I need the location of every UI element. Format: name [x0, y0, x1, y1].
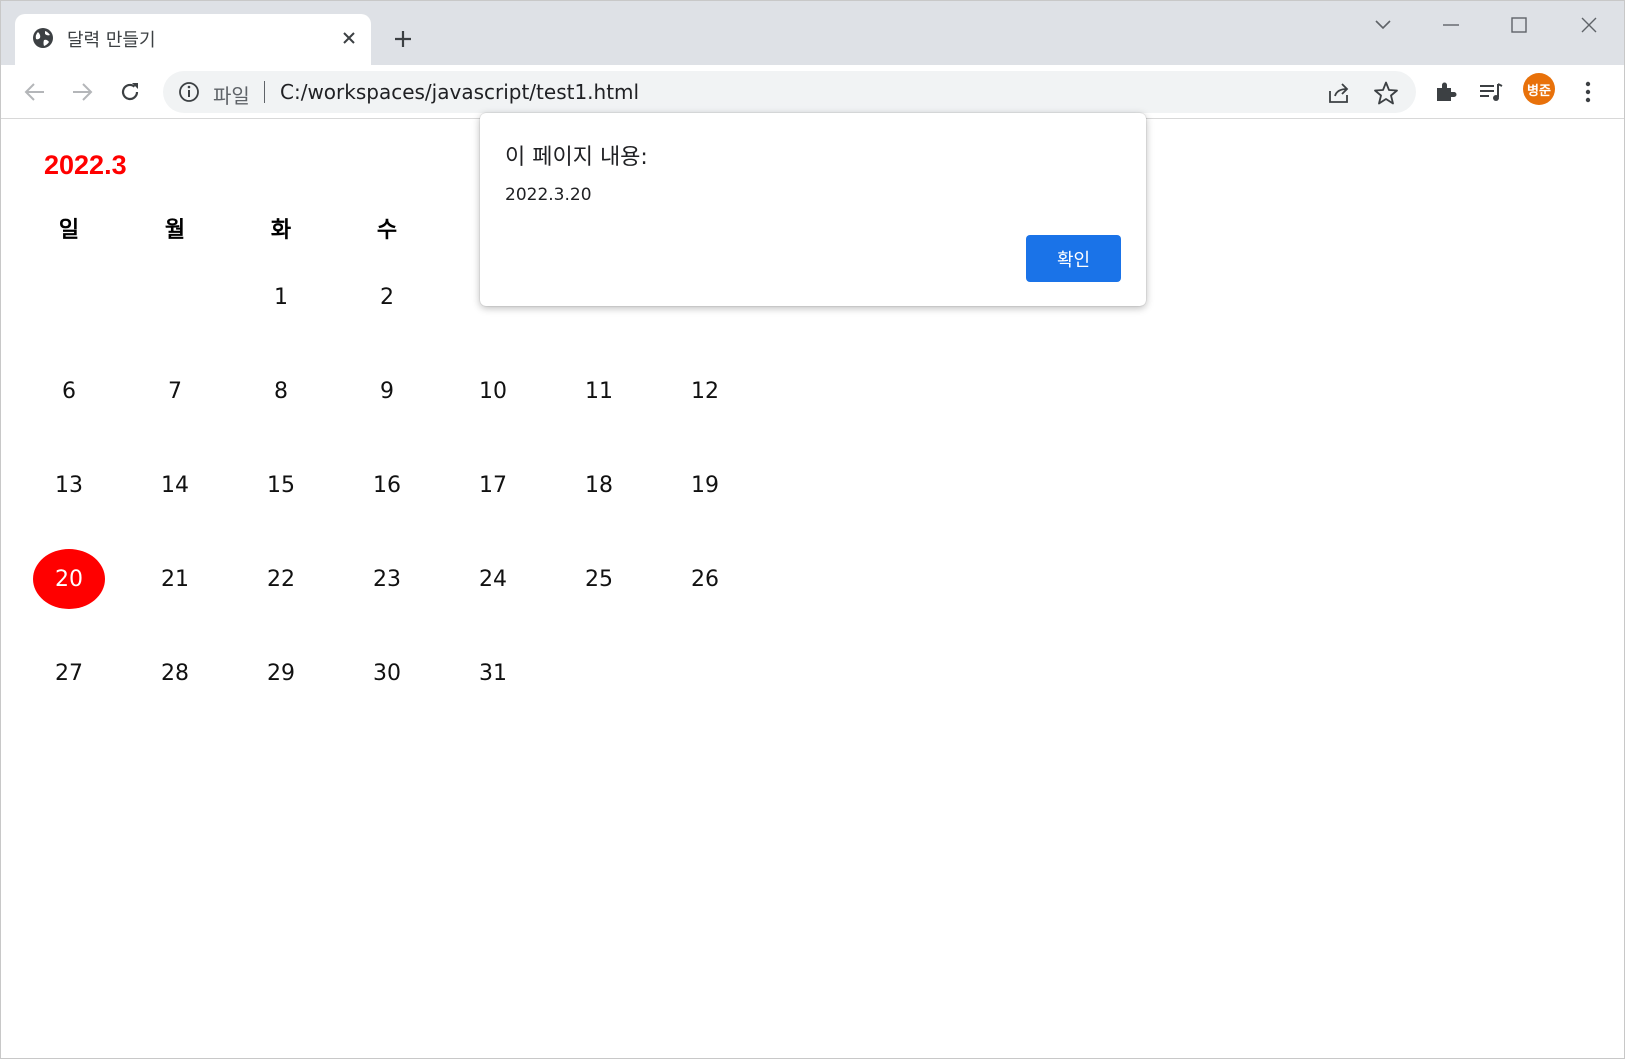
dialog-message: 2022.3.20: [505, 185, 592, 205]
calendar-week: 13 14 15 16 17 18 19: [16, 438, 758, 532]
day-cell: [652, 626, 758, 720]
globe-icon: [32, 27, 54, 49]
calendar-title: 2022.3: [44, 150, 127, 180]
day-cell: 15: [267, 472, 295, 498]
calendar-week: 6 7 8 9 10 11 12: [16, 344, 758, 438]
site-scheme-label: 파일: [213, 84, 250, 108]
tab-search-icon[interactable]: [1361, 11, 1405, 39]
day-cell: 8: [274, 378, 288, 404]
day-cell: 1: [274, 284, 288, 310]
extensions-puzzle-icon[interactable]: [1430, 77, 1460, 107]
info-icon[interactable]: [178, 81, 200, 103]
day-cell: [546, 626, 652, 720]
reload-icon[interactable]: [115, 77, 145, 107]
day-cell: 21: [161, 566, 189, 592]
forward-arrow-icon[interactable]: [67, 77, 97, 107]
close-window-icon[interactable]: [1567, 11, 1611, 39]
bookmark-star-icon[interactable]: [1373, 80, 1399, 106]
address-bar[interactable]: 파일 C:/workspaces/javascript/test1.html: [163, 71, 1416, 113]
toolbar: 파일 C:/workspaces/javascript/test1.html 병…: [1, 65, 1624, 119]
day-cell: 27: [55, 660, 83, 686]
day-cell: 6: [62, 378, 76, 404]
calendar-week: 20 21 22 23 24 25 26: [16, 532, 758, 626]
day-cell-today: 20: [16, 532, 122, 626]
weekday-tue: 화: [270, 218, 292, 243]
url-text[interactable]: C:/workspaces/javascript/test1.html: [280, 80, 639, 104]
day-cell: 26: [691, 566, 719, 592]
ok-button[interactable]: 확인: [1026, 235, 1121, 282]
calendar-week: 27 28 29 30 31: [16, 626, 758, 720]
browser-window: 달력 만들기 파일 C:/workspaces/javascript/test1…: [0, 0, 1625, 1059]
tab-active[interactable]: 달력 만들기: [15, 14, 371, 65]
tab-title: 달력 만들기: [67, 30, 156, 51]
today-highlight: 20: [33, 549, 105, 609]
maximize-icon[interactable]: [1497, 11, 1541, 39]
day-cell: 13: [55, 472, 83, 498]
day-cell: 9: [380, 378, 394, 404]
day-cell: 16: [373, 472, 401, 498]
day-cell: 29: [267, 660, 295, 686]
more-menu-icon[interactable]: [1573, 77, 1603, 107]
day-cell: 25: [585, 566, 613, 592]
share-icon[interactable]: [1326, 80, 1352, 106]
day-cell: 23: [373, 566, 401, 592]
dialog-title: 이 페이지 내용:: [505, 145, 648, 170]
day-cell: 22: [267, 566, 295, 592]
day-cell: 30: [373, 660, 401, 686]
weekday-mon: 월: [164, 218, 186, 243]
alert-dialog: 이 페이지 내용: 2022.3.20 확인: [480, 113, 1146, 306]
day-cell: 12: [691, 378, 719, 404]
tab-strip: 달력 만들기: [1, 1, 1624, 65]
day-cell: 18: [585, 472, 613, 498]
day-cell: 7: [168, 378, 182, 404]
day-cell: 24: [479, 566, 507, 592]
day-cell: 17: [479, 472, 507, 498]
day-cell: [16, 250, 122, 344]
back-arrow-icon[interactable]: [20, 77, 50, 107]
weekday-sun: 일: [58, 218, 80, 243]
minimize-icon[interactable]: [1429, 11, 1473, 39]
day-cell: 31: [479, 660, 507, 686]
weekday-wed: 수: [376, 218, 398, 243]
day-cell: 14: [161, 472, 189, 498]
profile-avatar[interactable]: 병준: [1523, 73, 1555, 105]
day-cell: 2: [380, 284, 394, 310]
day-cell: 28: [161, 660, 189, 686]
new-tab-button[interactable]: [389, 25, 417, 53]
close-icon[interactable]: [337, 26, 361, 50]
media-playlist-icon[interactable]: [1476, 77, 1506, 107]
day-cell: 11: [585, 378, 613, 404]
day-cell: [122, 250, 228, 344]
separator: [264, 81, 265, 103]
day-cell: 10: [479, 378, 507, 404]
day-cell: 19: [691, 472, 719, 498]
